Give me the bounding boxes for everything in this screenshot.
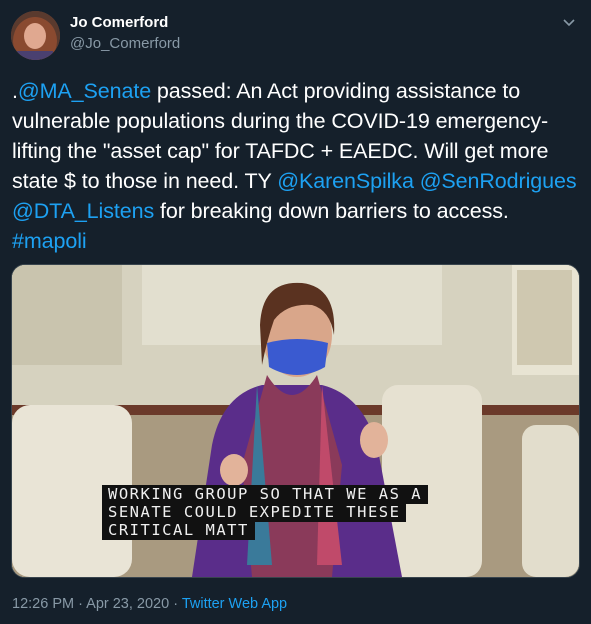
mention-senrodrigues[interactable]: @SenRodrigues — [420, 169, 577, 193]
chevron-down-icon[interactable] — [561, 14, 577, 30]
media-video[interactable]: WORKING GROUP SO THAT WE AS A SENATE COU… — [11, 264, 580, 578]
caption-line: WORKING GROUP SO THAT WE AS A — [102, 485, 429, 504]
caption-line: SENATE COULD EXPEDITE THESE — [102, 503, 407, 522]
mention-karenspilka[interactable]: @KarenSpilka — [277, 169, 414, 193]
caption-line: CRITICAL MATT — [102, 521, 255, 540]
source-app-link[interactable]: Twitter Web App — [182, 596, 287, 612]
tweet-meta: 12:26 PM · Apr 23, 2020 · Twitter Web Ap… — [12, 596, 287, 612]
avatar[interactable] — [11, 11, 60, 60]
timestamp[interactable]: 12:26 PM · Apr 23, 2020 · — [12, 596, 182, 612]
video-frame — [12, 265, 579, 577]
text-fragment: for breaking down barriers to access. — [154, 199, 509, 223]
author-name[interactable]: Jo Comerford — [70, 14, 168, 31]
author-handle[interactable]: @Jo_Comerford — [70, 35, 180, 52]
mention-dta-listens[interactable]: @DTA_Listens — [12, 199, 154, 223]
hashtag-mapoli[interactable]: #mapoli — [12, 229, 87, 253]
tweet-text: .@MA_Senate passed: An Act providing ass… — [12, 76, 582, 256]
mention-ma-senate[interactable]: @MA_Senate — [18, 79, 151, 103]
